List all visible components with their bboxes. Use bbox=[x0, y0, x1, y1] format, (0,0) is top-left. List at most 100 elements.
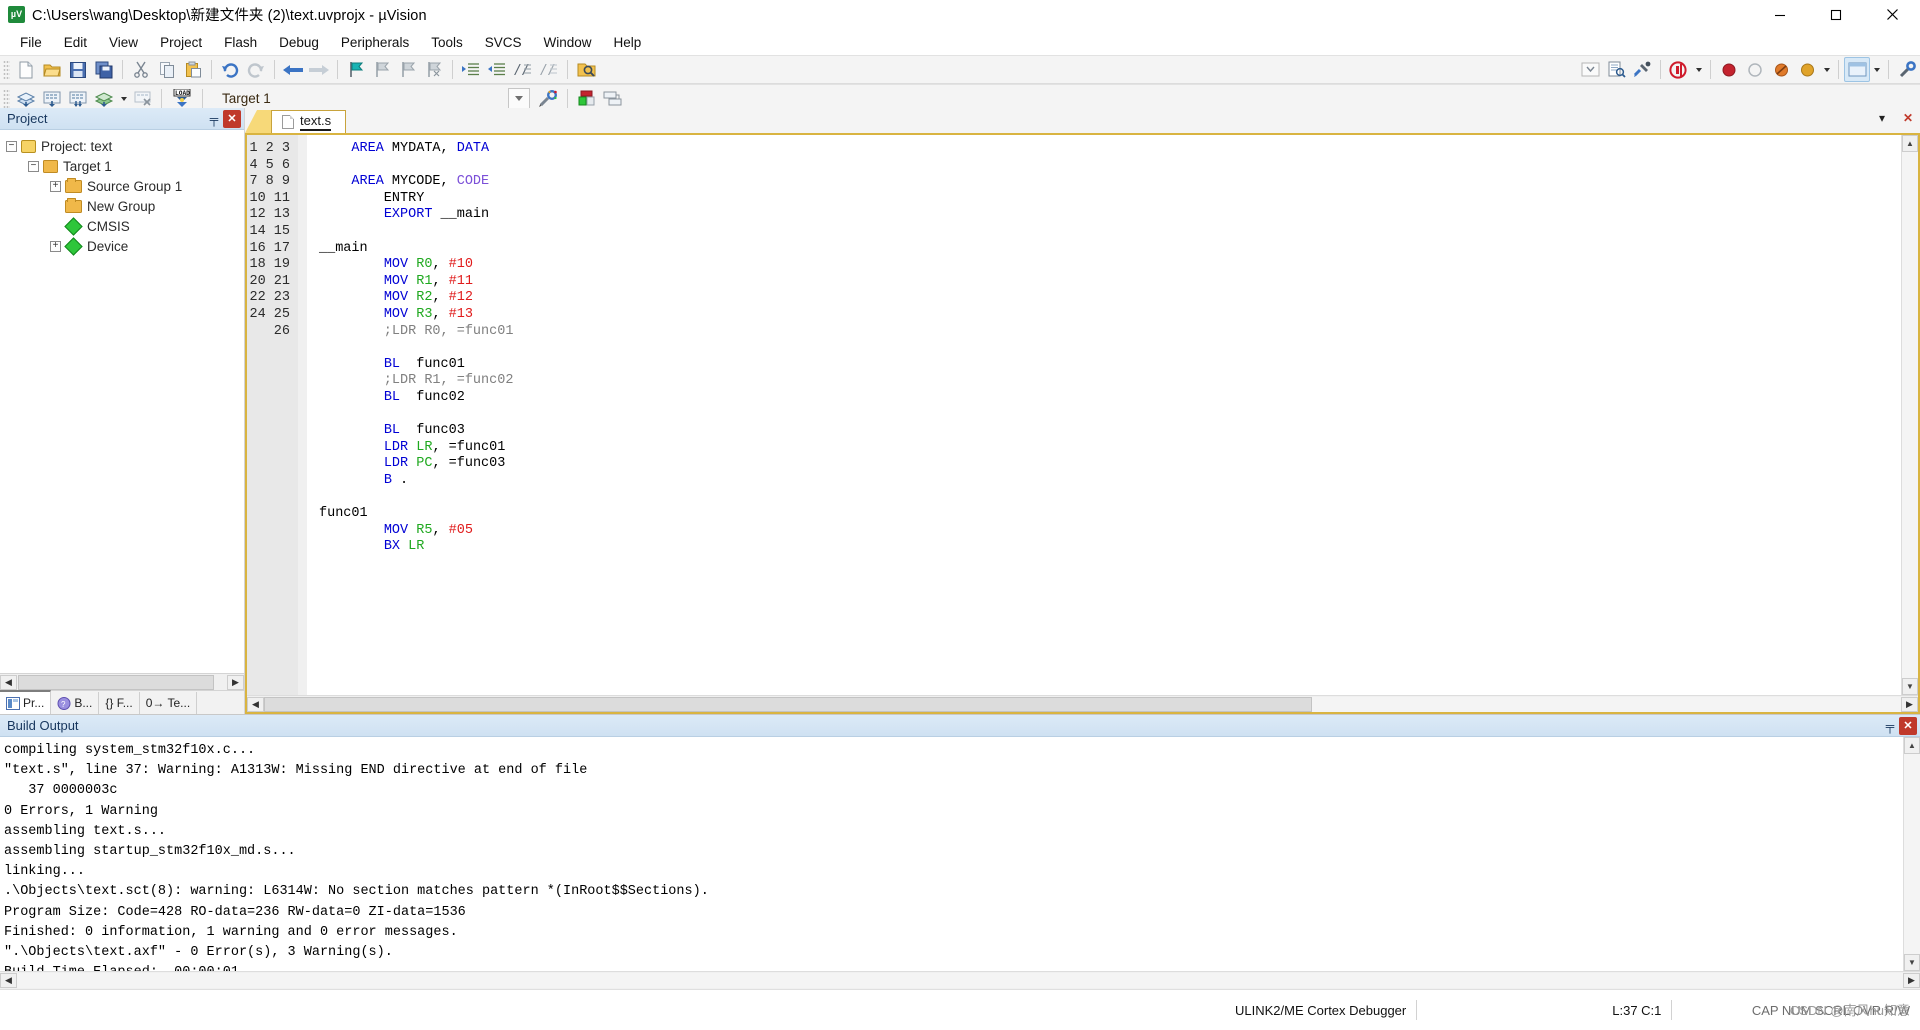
component-icon bbox=[64, 217, 83, 236]
debug-settings-icon[interactable] bbox=[1603, 57, 1629, 82]
copy-icon[interactable] bbox=[154, 57, 180, 82]
comment-icon[interactable]: // bbox=[510, 57, 536, 82]
scroll-track[interactable] bbox=[17, 973, 1903, 988]
chevron-down-icon[interactable] bbox=[508, 88, 530, 109]
navigate-back-icon[interactable] bbox=[280, 57, 306, 82]
menu-svcs[interactable]: SVCS bbox=[474, 32, 533, 53]
kill-breakpoints-icon[interactable] bbox=[1742, 57, 1768, 82]
bookmark-clear-icon[interactable] bbox=[421, 57, 447, 82]
project-pane-tabs: Pr... ? B... {} F... 0→ Te... bbox=[0, 690, 244, 714]
tree-item-new-group[interactable]: New Group bbox=[6, 196, 244, 216]
document-tab-text-s[interactable]: text.s bbox=[271, 110, 347, 133]
maximize-button[interactable] bbox=[1808, 0, 1864, 29]
save-icon[interactable] bbox=[65, 57, 91, 82]
uncomment-icon[interactable]: // bbox=[536, 57, 562, 82]
tab-books[interactable]: ? B... bbox=[51, 692, 100, 714]
build-output-hscrollbar[interactable]: ◀ ▶ bbox=[0, 971, 1920, 989]
minimize-button[interactable] bbox=[1752, 0, 1808, 29]
menu-help[interactable]: Help bbox=[603, 32, 653, 53]
expander-icon[interactable]: + bbox=[50, 240, 61, 252]
tree-item-source-group-1[interactable]: + Source Group 1 bbox=[6, 176, 244, 196]
code-text[interactable]: AREA MYDATA, DATA AREA MYCODE, CODE ENTR… bbox=[307, 135, 1901, 695]
redo-icon[interactable] bbox=[243, 57, 269, 82]
menu-file[interactable]: File bbox=[9, 32, 53, 53]
scroll-thumb[interactable] bbox=[18, 674, 214, 690]
expander-icon[interactable]: + bbox=[50, 180, 61, 192]
tree-item-target-1[interactable]: − Target 1 bbox=[6, 156, 244, 176]
navigate-forward-icon[interactable] bbox=[306, 57, 332, 82]
config-wizard-icon[interactable] bbox=[1894, 57, 1920, 82]
close-button[interactable] bbox=[1864, 0, 1920, 29]
tab-project[interactable]: Pr... bbox=[0, 690, 52, 714]
scroll-right-icon[interactable]: ▶ bbox=[1903, 973, 1920, 988]
scroll-track[interactable] bbox=[1902, 152, 1918, 678]
indent-icon[interactable] bbox=[458, 57, 484, 82]
tab-templates[interactable]: 0→ Te... bbox=[140, 692, 198, 714]
editor-hscrollbar[interactable]: ◀ ▶ bbox=[247, 695, 1918, 712]
scroll-down-icon[interactable]: ▼ bbox=[1902, 678, 1918, 695]
menu-window[interactable]: Window bbox=[532, 32, 602, 53]
scroll-up-icon[interactable]: ▲ bbox=[1902, 135, 1918, 152]
scroll-left-icon[interactable]: ◀ bbox=[0, 973, 17, 988]
scroll-track[interactable] bbox=[1904, 754, 1920, 954]
expander-icon[interactable]: − bbox=[6, 140, 17, 152]
build-output-vscrollbar[interactable]: ▲ ▼ bbox=[1903, 737, 1920, 971]
cut-icon[interactable] bbox=[128, 57, 154, 82]
menu-debug[interactable]: Debug bbox=[268, 32, 330, 53]
pin-icon[interactable]: ╤ bbox=[1881, 717, 1899, 735]
expander-icon[interactable]: − bbox=[28, 160, 39, 172]
menu-edit[interactable]: Edit bbox=[53, 32, 98, 53]
scroll-right-icon[interactable]: ▶ bbox=[227, 674, 244, 690]
chevron-down-icon[interactable] bbox=[1820, 57, 1833, 82]
scroll-track[interactable] bbox=[18, 674, 226, 690]
scroll-track[interactable] bbox=[264, 696, 1901, 712]
scroll-up-icon[interactable]: ▲ bbox=[1904, 737, 1920, 754]
chevron-down-icon[interactable] bbox=[1692, 57, 1705, 82]
disable-breakpoint-icon[interactable] bbox=[1768, 57, 1794, 82]
tree-item-device[interactable]: + Device bbox=[6, 236, 244, 256]
paste-icon[interactable] bbox=[180, 57, 206, 82]
find-in-files-icon[interactable] bbox=[573, 57, 599, 82]
close-icon[interactable]: ✕ bbox=[223, 109, 241, 128]
bookmark-next-icon[interactable] bbox=[395, 57, 421, 82]
open-file-icon[interactable] bbox=[39, 57, 65, 82]
collapse-icon[interactable] bbox=[1577, 57, 1603, 82]
scroll-left-icon[interactable]: ◀ bbox=[0, 674, 17, 690]
code-area[interactable]: 1 2 3 4 5 6 7 8 9 10 11 12 13 14 15 16 1… bbox=[247, 135, 1901, 695]
close-icon[interactable]: ✕ bbox=[1900, 110, 1916, 126]
menu-peripherals[interactable]: Peripherals bbox=[330, 32, 420, 53]
manage-windows-icon[interactable] bbox=[1844, 57, 1870, 82]
undo-icon[interactable] bbox=[217, 57, 243, 82]
chevron-down-icon[interactable]: ▾ bbox=[1874, 110, 1890, 126]
insert-breakpoint-icon[interactable] bbox=[1716, 57, 1742, 82]
menu-project[interactable]: Project bbox=[149, 32, 213, 53]
toolbar-grip[interactable] bbox=[3, 59, 10, 80]
pin-icon[interactable]: ╤ bbox=[205, 110, 223, 128]
toolbar-grip[interactable] bbox=[3, 88, 10, 109]
editor-vscrollbar[interactable]: ▲ ▼ bbox=[1901, 135, 1918, 695]
tree-item-cmsis[interactable]: CMSIS bbox=[6, 216, 244, 236]
tab-functions[interactable]: {} F... bbox=[99, 692, 140, 714]
start-debug-icon[interactable] bbox=[1666, 57, 1692, 82]
breakpoints-list-icon[interactable] bbox=[1794, 57, 1820, 82]
build-output-text[interactable]: compiling system_stm32f10x.c... "text.s"… bbox=[0, 737, 1903, 971]
outdent-icon[interactable] bbox=[484, 57, 510, 82]
scroll-thumb[interactable] bbox=[264, 696, 1312, 712]
menu-view[interactable]: View bbox=[98, 32, 149, 53]
configure-icon[interactable] bbox=[1629, 57, 1655, 82]
scroll-left-icon[interactable]: ◀ bbox=[247, 696, 264, 712]
menu-tools[interactable]: Tools bbox=[420, 32, 474, 53]
project-tree-hscrollbar[interactable]: ◀ ▶ bbox=[0, 673, 244, 690]
scroll-down-icon[interactable]: ▼ bbox=[1904, 954, 1920, 971]
menu-flash[interactable]: Flash bbox=[213, 32, 268, 53]
save-all-icon[interactable] bbox=[91, 57, 117, 82]
close-icon[interactable]: ✕ bbox=[1899, 716, 1917, 735]
project-pane: Project ╤ ✕ − Project: text − Target 1 + bbox=[0, 108, 245, 714]
bookmark-prev-icon[interactable] bbox=[369, 57, 395, 82]
scroll-right-icon[interactable]: ▶ bbox=[1901, 696, 1918, 712]
chevron-down-icon[interactable] bbox=[1870, 57, 1883, 82]
bookmark-toggle-icon[interactable] bbox=[343, 57, 369, 82]
tree-item-project-text[interactable]: − Project: text bbox=[6, 136, 244, 156]
target-selector[interactable]: Target 1 bbox=[218, 87, 530, 110]
new-file-icon[interactable] bbox=[13, 57, 39, 82]
